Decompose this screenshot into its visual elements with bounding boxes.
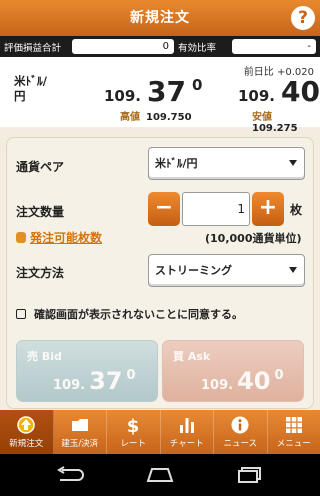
bid-rate-fraction: 0 [191, 76, 203, 94]
quantity-input[interactable]: 1 [182, 192, 250, 226]
tab-news[interactable]: ニュース [214, 410, 268, 454]
bar-chart-icon [179, 418, 194, 433]
bid-rate: 109. 37 0 [104, 75, 202, 108]
quantity-decrease-button[interactable]: − [148, 192, 180, 226]
buy-ask-button[interactable]: 買 Ask 109. 40 0 [162, 340, 304, 402]
skip-confirm-label: 確認画面が表示されないことに同意する。 [34, 308, 243, 321]
ask-rate-pips: 40 [281, 75, 320, 108]
sell-bid-label: 売 Bid [27, 350, 62, 363]
margin-ratio-label: 有効比率 [178, 43, 217, 54]
tab-new-order[interactable]: 新規注文 [0, 410, 54, 454]
sell-bid-button[interactable]: 売 Bid 109. 37 0 [16, 340, 158, 402]
high-label: 高値 [120, 112, 140, 123]
bid-rate-big: 109. [104, 87, 142, 105]
order-method-select[interactable]: ストリーミング [148, 254, 305, 287]
bid-rate-pips: 37 [147, 75, 186, 108]
help-icon[interactable]: ? [291, 6, 315, 30]
sell-bid-price-big: 109. [53, 378, 86, 393]
tab-rate[interactable]: $ レート [107, 410, 161, 454]
buy-ask-price: 109. 40 0 [201, 367, 284, 395]
low-label: 安値 [252, 112, 272, 123]
currency-pair-select-value: 米ﾄﾞﾙ/円 [155, 157, 198, 170]
skip-confirm-row[interactable]: 確認画面が表示されないことに同意する。 [16, 306, 243, 322]
sell-bid-price-pips: 37 [89, 367, 123, 395]
dollar-icon: $ [127, 416, 140, 435]
currency-pair-label: 通貨ペア [16, 160, 65, 174]
back-icon[interactable] [54, 466, 86, 484]
tab-chart-label: チャート [169, 439, 204, 449]
currency-pair-select[interactable]: 米ﾄﾞﾙ/円 [148, 147, 305, 180]
system-navigation-bar [0, 454, 320, 496]
tab-menu-label: メニュー [276, 439, 311, 449]
currency-pair-name: 米ﾄﾞﾙ/円 [14, 74, 47, 103]
buy-ask-price-fraction: 0 [274, 368, 284, 383]
margin-ratio-value: - [232, 39, 316, 54]
quantity-unit: 枚 [290, 203, 303, 217]
quantity-label: 注文数量 [16, 205, 65, 219]
high-value: 109.750 [146, 112, 192, 123]
svg-text:$: $ [127, 416, 140, 435]
low-value: 109.275 [252, 123, 298, 134]
home-icon[interactable] [144, 467, 176, 483]
ask-rate-big: 109. [238, 87, 276, 105]
buy-ask-price-pips: 40 [237, 367, 271, 395]
pl-total-label: 評価損益合計 [4, 43, 62, 54]
available-quantity-link[interactable]: 発注可能枚数 [16, 229, 102, 246]
coins-icon [16, 232, 26, 243]
available-quantity-text: 発注可能枚数 [30, 231, 103, 245]
low-rate: 安値109.275 [252, 108, 320, 134]
bottom-tab-bar: 新規注文 建玉/決済 $ レート チャート ニュース メニュー [0, 410, 320, 454]
tab-rate-label: レート [120, 439, 146, 449]
rate-panel: 米ﾄﾞﾙ/円 前日比 +0.020 109.370 109.400 高値109.… [0, 57, 320, 134]
grid-menu-icon [285, 417, 302, 433]
buy-ask-label: 買 Ask [173, 350, 211, 363]
up-arrow-circle-icon [17, 416, 35, 434]
info-icon [231, 416, 249, 434]
lot-unit-note: (10,000通貨単位) [205, 232, 302, 245]
tab-positions[interactable]: 建玉/決済 [54, 410, 107, 454]
dropdown-arrow-icon [289, 160, 297, 166]
skip-confirm-checkbox[interactable] [16, 309, 26, 319]
quantity-increase-button[interactable]: + [252, 192, 284, 226]
page-title: 新規注文 [130, 10, 190, 26]
folder-icon [71, 419, 88, 431]
recent-apps-icon[interactable] [234, 466, 266, 484]
order-method-label: 注文方法 [16, 266, 65, 280]
tab-new-order-label: 新規注文 [9, 439, 44, 449]
title-bar: 新規注文 ? [0, 0, 320, 36]
account-summary-bar: 評価損益合計 0 有効比率 - [0, 36, 320, 57]
buy-ask-price-big: 109. [201, 378, 234, 393]
high-rate: 高値 109.750 [120, 108, 192, 123]
pl-total-value: 0 [72, 39, 174, 54]
tab-news-label: ニュース [223, 439, 258, 449]
tab-positions-label: 建玉/決済 [61, 439, 99, 449]
order-method-select-value: ストリーミング [155, 264, 232, 277]
tab-chart[interactable]: チャート [161, 410, 214, 454]
ask-rate: 109.400 [238, 75, 320, 108]
tab-menu[interactable]: メニュー [268, 410, 320, 454]
sell-bid-price-fraction: 0 [126, 368, 136, 383]
dropdown-arrow-icon [289, 267, 297, 273]
sell-bid-price: 109. 37 0 [53, 367, 136, 395]
